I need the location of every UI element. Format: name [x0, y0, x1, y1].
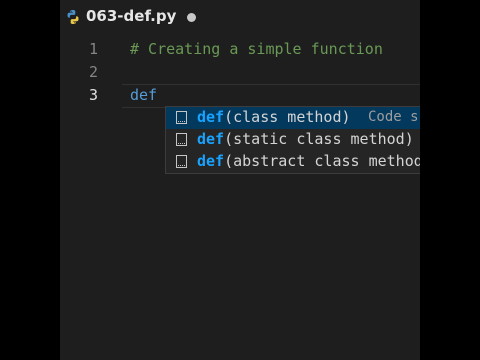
line-number: 1 [88, 40, 98, 58]
code-line-comment[interactable]: # Creating a simple function [130, 40, 383, 58]
suggestion-item[interactable]: def(class method) Code s [166, 107, 420, 129]
tab-title: 063-def.py [86, 7, 177, 25]
suggestion-label: (abstract class method) [224, 152, 420, 170]
suggestion-label: (static class method) [224, 130, 414, 148]
suggestion-label: (class method) [224, 108, 351, 126]
current-line-highlight [122, 84, 420, 108]
editor-tab[interactable]: 063-def.py [60, 0, 220, 35]
autocomplete-widget: def(class method) Code s def(static clas… [165, 106, 420, 174]
tab-bar: 063-def.py [60, 0, 420, 35]
unsaved-dot-icon[interactable] [187, 13, 196, 22]
suggestion-match: def [197, 152, 225, 170]
suggestion-match: def [197, 108, 225, 126]
code-line-def[interactable]: def [130, 86, 157, 104]
suggestion-item[interactable]: def(abstract class method) [166, 151, 420, 173]
python-icon [67, 10, 79, 24]
snippet-icon [176, 111, 187, 124]
line-number: 2 [88, 63, 98, 81]
line-number-active: 3 [88, 86, 98, 104]
snippet-icon [176, 155, 187, 168]
suggestion-match: def [197, 130, 225, 148]
suggestion-item[interactable]: def(static class method) [166, 129, 420, 151]
snippet-icon [176, 133, 187, 146]
suggestion-detail: Code s [368, 109, 419, 125]
code-editor: 063-def.py 1 2 3 # Creating a simple fun… [60, 0, 420, 360]
